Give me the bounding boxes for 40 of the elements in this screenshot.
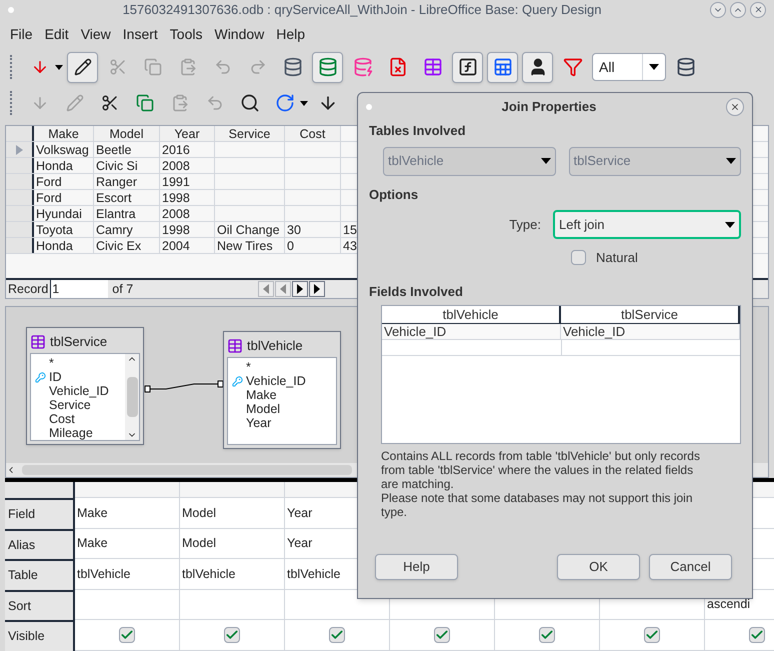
record-count: of 7: [111, 280, 134, 298]
dialog-title: Join Properties: [500, 98, 598, 116]
table-cell: Honda: [34, 238, 94, 253]
type-label: Type:: [508, 216, 542, 234]
checkbox-label: Natural: [596, 249, 638, 267]
table-name: tblVehicle: [247, 337, 303, 356]
table-cell: Ford: [34, 190, 94, 205]
table-cell: Civic Ex: [94, 238, 160, 253]
table-cell: Ranger: [94, 174, 160, 189]
join-description: Contains ALL records from table 'tblVehicle' but only records from table 'tblService' where the values in the related fields are matching.: [381, 449, 701, 491]
section-heading: Options: [369, 186, 420, 204]
table-cell: 2016: [160, 142, 215, 157]
limit-value: All: [598, 58, 616, 76]
window-title: 1576032491307636.odb : qryServiceAll_WithJoin - LibreOffice Base: Query Design: [122, 0, 602, 19]
table-cell: New Tires: [215, 238, 285, 253]
table-cell: 2004: [160, 238, 215, 253]
table-cell: 0: [285, 238, 341, 253]
table-cell: Hyundai: [34, 206, 94, 221]
table-name: tblService: [50, 333, 108, 352]
table-cell: Beetle: [94, 142, 160, 157]
table-cell: 1998: [160, 190, 215, 205]
table-cell: Civic Si: [94, 158, 160, 173]
section-heading: Tables Involved: [369, 122, 467, 140]
table-cell: Toyota: [34, 222, 94, 237]
table-cell: 1998: [160, 222, 215, 237]
table-cell: Honda: [34, 158, 94, 173]
table-cell: 30: [285, 222, 341, 237]
table-cell: 1991: [160, 174, 215, 189]
table-cell: Vehicle_ID: [384, 324, 446, 339]
table-cell: 2008: [160, 206, 215, 221]
table-cell: Volkswag: [34, 142, 94, 157]
record-label: Record: [7, 280, 50, 298]
table-cell: Vehicle_ID: [563, 324, 626, 339]
table-cell: Escort: [94, 190, 160, 205]
table-cell: Ford: [34, 174, 94, 189]
table-cell: Oil Change: [215, 222, 285, 237]
table-cell: 2008: [160, 158, 215, 173]
table-cell: Elantra: [94, 206, 160, 221]
section-heading: Fields Involved: [369, 282, 464, 300]
table-cell: Camry: [94, 222, 160, 237]
